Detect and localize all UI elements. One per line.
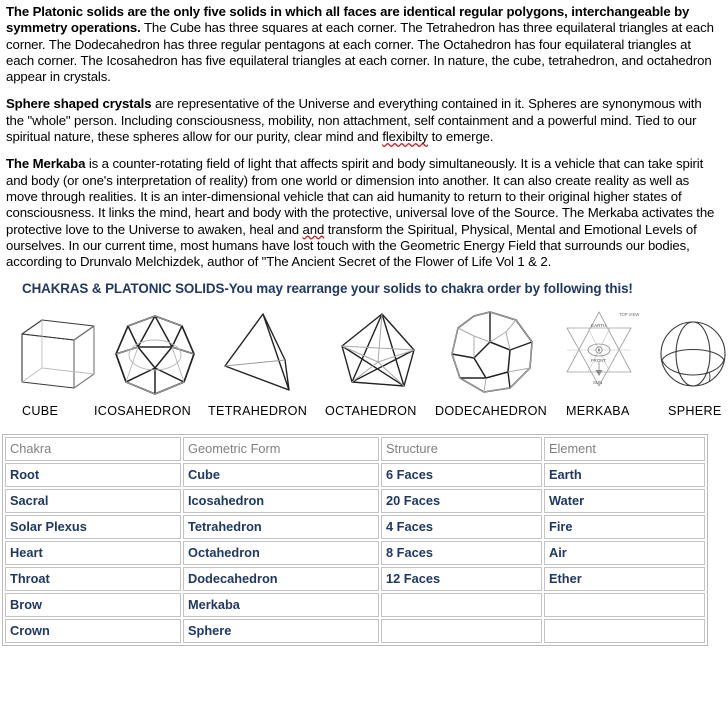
- chakra-platonic-solids-table: Chakra Geometric Form Structure Element …: [2, 434, 708, 647]
- paragraph-sphere-crystals-lead: Sphere shaped crystals: [6, 96, 152, 112]
- paragraph-merkaba-lead: The Merkaba: [6, 156, 86, 172]
- shape-label-octahedron: OCTAHEDRON: [325, 404, 417, 419]
- figure-sphere: [658, 302, 728, 402]
- cell-chakra: Brow: [5, 593, 181, 618]
- misspelled-word-flexibilty: flexibilty: [382, 129, 429, 145]
- figure-octahedron: [330, 302, 425, 402]
- cell-geometric-form: Cube: [183, 463, 379, 488]
- table-row: Brow Merkaba: [5, 593, 705, 618]
- cell-structure: 12 Faces: [381, 567, 542, 592]
- cell-geometric-form: Sphere: [183, 619, 379, 644]
- merkaba-label-top-view: TOP VIEW: [619, 312, 639, 317]
- table-body: Root Cube 6 Faces Earth Sacral Icosahedr…: [5, 463, 705, 644]
- cell-chakra: Sacral: [5, 489, 181, 514]
- paragraph-merkaba: The Merkaba is a counter-rotating field …: [6, 156, 718, 270]
- cell-geometric-form: Merkaba: [183, 593, 379, 618]
- paragraph-sphere-crystals-body-after: to emerge.: [428, 129, 494, 145]
- cell-structure: 20 Faces: [381, 489, 542, 514]
- table-row: Heart Octahedron 8 Faces Air: [5, 541, 705, 566]
- figure-merkaba: TOP VIEW EARTH FRONT SUN: [557, 302, 642, 402]
- cell-chakra: Heart: [5, 541, 181, 566]
- chakra-table-wrapper: Chakra Geometric Form Structure Element …: [2, 434, 708, 647]
- column-header-structure: Structure: [381, 437, 542, 462]
- figure-dodecahedron: [444, 302, 544, 402]
- cell-structure: 4 Faces: [381, 515, 542, 540]
- shape-label-tetrahedron: TETRAHEDRON: [208, 404, 308, 419]
- table-header-row: Chakra Geometric Form Structure Element: [5, 437, 705, 462]
- table-row: Sacral Icosahedron 20 Faces Water: [5, 489, 705, 514]
- column-header-element: Element: [544, 437, 705, 462]
- figure-icosahedron: [108, 302, 203, 402]
- cell-structure: [381, 593, 542, 618]
- cell-element: Water: [544, 489, 705, 514]
- prose-section: The Platonic solids are the only five so…: [0, 0, 728, 270]
- table-row: Throat Dodecahedron 12 Faces Ether: [5, 567, 705, 592]
- merkaba-label-sun: SUN: [593, 380, 602, 385]
- cell-chakra: Throat: [5, 567, 181, 592]
- cell-element: [544, 619, 705, 644]
- table-row: Solar Plexus Tetrahedron 4 Faces Fire: [5, 515, 705, 540]
- cell-geometric-form: Tetrahedron: [183, 515, 379, 540]
- cell-element: Air: [544, 541, 705, 566]
- platonic-solids-figure-row: TOP VIEW EARTH FRONT SUN: [0, 302, 728, 402]
- cell-element: Fire: [544, 515, 705, 540]
- misspelled-word-and: and: [302, 221, 325, 237]
- table-header: Chakra Geometric Form Structure Element: [5, 437, 705, 462]
- column-header-geometric-form: Geometric Form: [183, 437, 379, 462]
- figure-cube: [12, 302, 102, 402]
- cell-chakra: Crown: [5, 619, 181, 644]
- shape-label-cube: CUBE: [22, 404, 59, 419]
- cell-element: [544, 593, 705, 618]
- shape-label-icosahedron: ICOSAHEDRON: [94, 404, 192, 419]
- cell-structure: 6 Faces: [381, 463, 542, 488]
- cell-element: Earth: [544, 463, 705, 488]
- cell-structure: [381, 619, 542, 644]
- column-header-chakra: Chakra: [5, 437, 181, 462]
- merkaba-label-front: FRONT: [591, 358, 606, 363]
- cell-geometric-form: Icosahedron: [183, 489, 379, 514]
- chakra-platonic-solids-heading: CHAKRAS & PLATONIC SOLIDS-You may rearra…: [22, 281, 633, 297]
- paragraph-sphere-crystals: Sphere shaped crystals are representativ…: [6, 96, 718, 145]
- figure-tetrahedron: [215, 302, 310, 402]
- cell-structure: 8 Faces: [381, 541, 542, 566]
- cell-chakra: Root: [5, 463, 181, 488]
- cell-geometric-form: Octahedron: [183, 541, 379, 566]
- shape-label-dodecahedron: DODECAHEDRON: [435, 404, 548, 419]
- paragraph-platonic-solids: The Platonic solids are the only five so…: [6, 4, 718, 85]
- table-row: Crown Sphere: [5, 619, 705, 644]
- cell-element: Ether: [544, 567, 705, 592]
- cell-chakra: Solar Plexus: [5, 515, 181, 540]
- table-row: Root Cube 6 Faces Earth: [5, 463, 705, 488]
- shape-label-merkaba: MERKABA: [566, 404, 630, 419]
- shape-label-sphere: SPHERE: [668, 404, 722, 419]
- cell-geometric-form: Dodecahedron: [183, 567, 379, 592]
- document-page: The Platonic solids are the only five so…: [0, 0, 728, 703]
- platonic-solids-label-row: CUBE ICOSAHEDRON TETRAHEDRON OCTAHEDRON …: [0, 404, 728, 426]
- merkaba-label-earth: EARTH: [591, 323, 607, 328]
